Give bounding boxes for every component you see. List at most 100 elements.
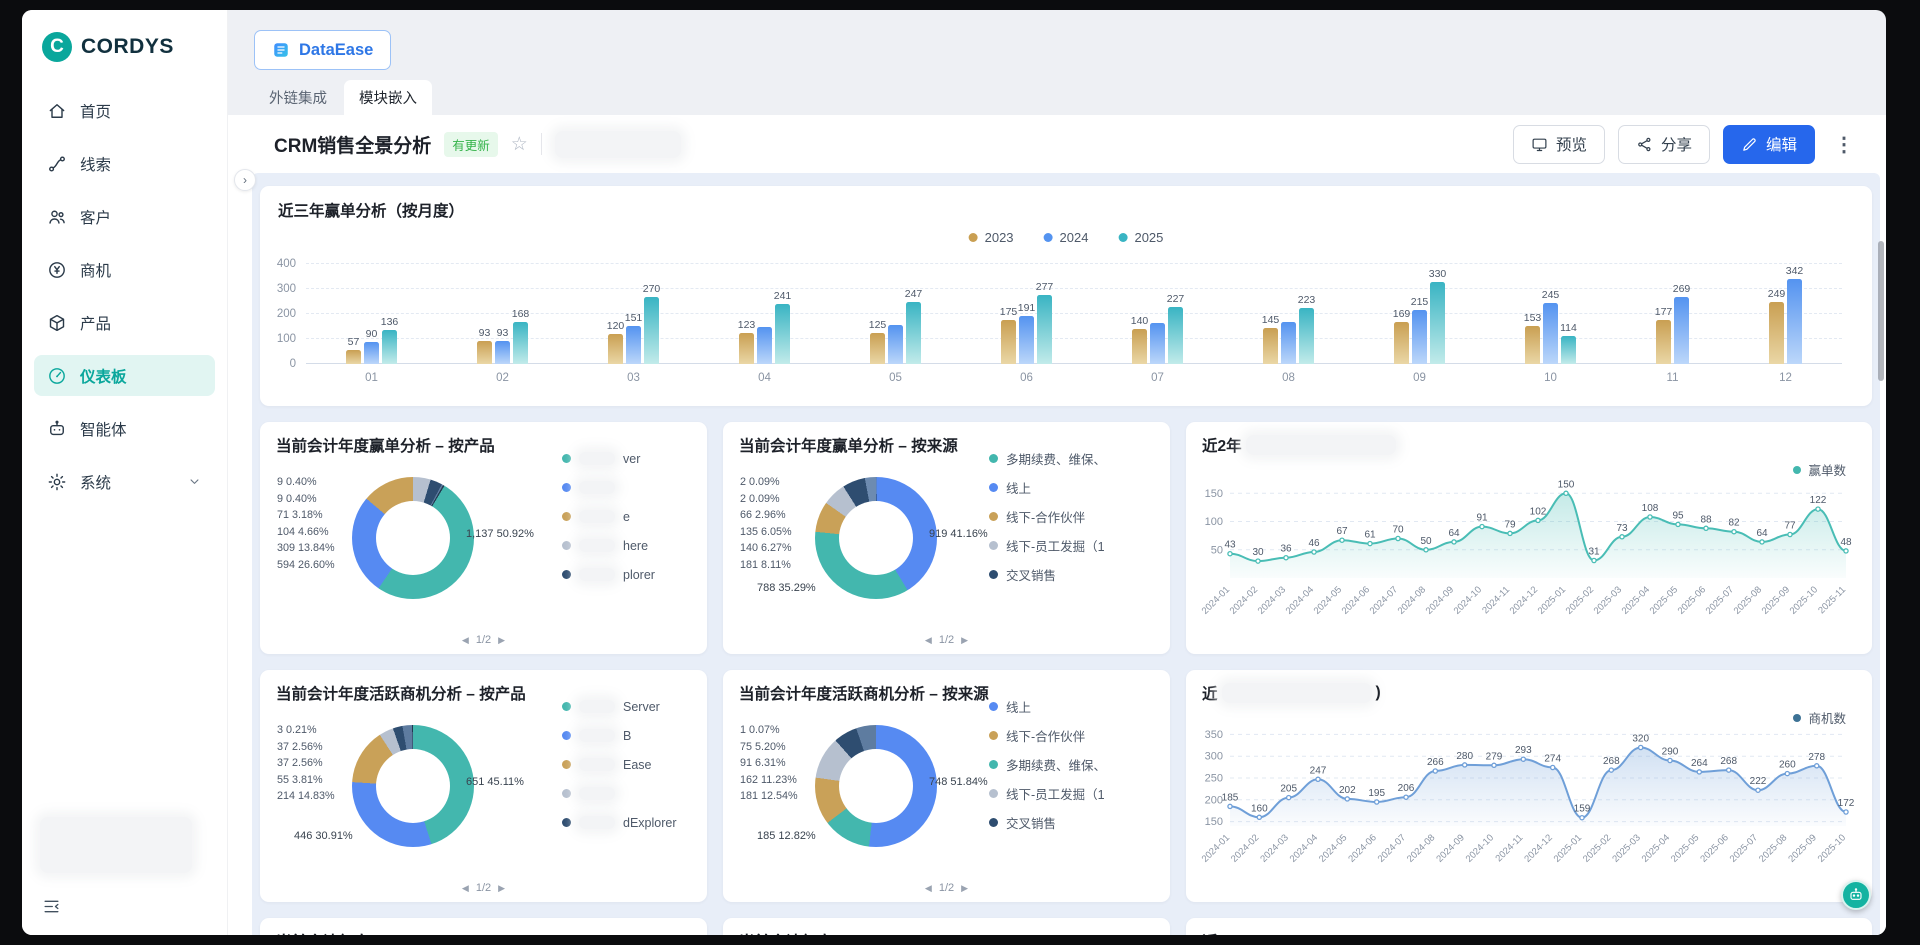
tab-module-embed[interactable]: 模块嵌入: [344, 80, 432, 115]
slice-label: 309 13.84%: [277, 540, 335, 557]
legend-item[interactable]: ver: [562, 452, 655, 465]
bar-2023[interactable]: 123: [739, 333, 754, 364]
legend-item[interactable]: here: [562, 539, 655, 552]
next-page-arrow[interactable]: ▶: [961, 635, 968, 646]
legend-item[interactable]: B: [562, 729, 677, 742]
next-page-arrow[interactable]: ▶: [498, 635, 505, 646]
bar-2023[interactable]: 93: [477, 341, 492, 364]
legend-item[interactable]: Ease: [562, 758, 677, 771]
edit-button[interactable]: 编辑: [1723, 125, 1815, 164]
next-page-arrow[interactable]: ▶: [961, 883, 968, 894]
bar-2025[interactable]: 277: [1037, 295, 1052, 364]
bar-2023[interactable]: 249: [1769, 302, 1784, 364]
legend-item[interactable]: 交叉销售: [989, 568, 1106, 581]
bar-2025[interactable]: 270: [644, 297, 659, 365]
bar-2023[interactable]: 140: [1132, 329, 1147, 364]
bar-2025[interactable]: 241: [775, 304, 790, 364]
slice-label: 37 2.56%: [277, 739, 335, 756]
legend-label: Ease: [623, 758, 652, 772]
collapse-sidebar-button[interactable]: [38, 893, 65, 923]
bar-2023[interactable]: 145: [1263, 328, 1278, 364]
bar-2025[interactable]: 136: [382, 330, 397, 364]
scrollbar[interactable]: [1878, 241, 1884, 381]
toolbar-row: DataEase: [228, 10, 1886, 80]
legend-item[interactable]: 2024: [1044, 230, 1089, 245]
svg-text:67: 67: [1336, 526, 1348, 537]
bar-2023[interactable]: 125: [870, 333, 885, 364]
sidebar-item-customers[interactable]: 客户: [34, 196, 215, 237]
legend-item[interactable]: plorer: [562, 568, 655, 581]
svg-text:2024-01: 2024-01: [1200, 584, 1232, 616]
bar-2024[interactable]: [888, 325, 903, 365]
sidebar-item-dashboard[interactable]: 仪表板: [34, 355, 215, 396]
sidebar-item-agent[interactable]: 智能体: [34, 408, 215, 449]
sidebar-item-system-gear[interactable]: 系统: [34, 461, 215, 502]
svg-text:2025-10: 2025-10: [1788, 584, 1820, 616]
tab-external-link[interactable]: 外链集成: [254, 80, 342, 115]
svg-text:205: 205: [1280, 784, 1297, 795]
legend-item[interactable]: 线下-员工发掘（1: [989, 787, 1106, 800]
next-page-arrow[interactable]: ▶: [498, 883, 505, 894]
assistant-floating-button[interactable]: [1841, 880, 1871, 910]
sidebar-item-opportunities[interactable]: 商机: [34, 249, 215, 290]
dataease-button[interactable]: DataEase: [254, 30, 391, 70]
bar-2023[interactable]: 153: [1525, 326, 1540, 364]
bar-2024[interactable]: 269: [1674, 297, 1689, 364]
bar-2024[interactable]: 215: [1412, 310, 1427, 364]
bar-2023[interactable]: 175: [1001, 320, 1016, 364]
prev-page-arrow[interactable]: ◀: [462, 883, 469, 894]
bar-2024[interactable]: [1281, 322, 1296, 365]
bar-2023[interactable]: 169: [1394, 322, 1409, 364]
prev-page-arrow[interactable]: ◀: [462, 635, 469, 646]
legend-item[interactable]: [562, 787, 677, 800]
legend-item[interactable]: 线下-合作伙伴: [989, 510, 1106, 523]
bar-2024[interactable]: [1150, 323, 1165, 364]
bar-2025[interactable]: 247: [906, 302, 921, 364]
bar-2025[interactable]: 114: [1561, 336, 1576, 365]
sidebar-item-leads[interactable]: 线索: [34, 143, 215, 184]
legend-item[interactable]: 线上: [989, 700, 1106, 713]
expand-panel-handle[interactable]: ›: [234, 169, 256, 191]
prev-page-arrow[interactable]: ◀: [925, 883, 932, 894]
legend-item[interactable]: Server: [562, 700, 677, 713]
legend-item[interactable]: 线下-合作伙伴: [989, 729, 1106, 742]
bar-2025[interactable]: 168: [513, 322, 528, 364]
more-options-icon[interactable]: ⋮: [1828, 132, 1860, 157]
preview-button[interactable]: 预览: [1513, 125, 1605, 164]
donut-legend: 线上线下-合作伙伴多期续费、维保、线下-员工发掘（1 交叉销售: [989, 700, 1106, 845]
bar-2024[interactable]: 245: [1543, 303, 1558, 364]
legend-item[interactable]: 线下-员工发掘（1: [989, 539, 1106, 552]
legend-item[interactable]: 多期续费、维保、: [989, 758, 1106, 771]
bar-2025[interactable]: 227: [1168, 307, 1183, 364]
favorite-star-icon[interactable]: ☆: [511, 135, 528, 154]
bar-2024[interactable]: 191: [1019, 316, 1034, 364]
bar-value-label: 249: [1768, 288, 1786, 300]
share-button[interactable]: 分享: [1618, 125, 1710, 164]
x-axis-tick: 11: [1667, 372, 1679, 384]
legend-item[interactable]: 线上: [989, 481, 1106, 494]
legend-item[interactable]: 2023: [969, 230, 1014, 245]
bar-2024[interactable]: [757, 327, 772, 365]
bar-2024[interactable]: 93: [495, 341, 510, 364]
bar-2024[interactable]: 90: [364, 342, 379, 365]
bar-2025[interactable]: 330: [1430, 282, 1445, 365]
sidebar-item-products[interactable]: 产品: [34, 302, 215, 343]
bar-2024[interactable]: 151: [626, 326, 641, 364]
slice-label: 181 12.54%: [740, 788, 798, 805]
prev-page-arrow[interactable]: ◀: [925, 635, 932, 646]
bar-2024[interactable]: 342: [1787, 279, 1802, 365]
legend-item[interactable]: [562, 481, 655, 494]
legend-item[interactable]: 多期续费、维保、: [989, 452, 1106, 465]
legend-item[interactable]: e: [562, 510, 655, 523]
sidebar-item-home[interactable]: 首页: [34, 90, 215, 131]
legend-item[interactable]: 交叉销售: [989, 816, 1106, 829]
legend-pager: ◀ 1/2 ▶: [260, 634, 707, 646]
legend-item[interactable]: 2025: [1118, 230, 1163, 245]
legend-item[interactable]: dExplorer: [562, 816, 677, 829]
bar-2023[interactable]: 177: [1656, 320, 1671, 364]
bar-2023[interactable]: 57: [346, 350, 361, 364]
bar-2023[interactable]: 120: [608, 334, 623, 364]
card-wins-by-source: 当前会计年度赢单分析 – 按来源 2 0.09%2 0.09%66 2.96%1…: [723, 422, 1170, 654]
bar-2025[interactable]: 223: [1299, 308, 1314, 364]
legend-label: plorer: [623, 568, 655, 582]
